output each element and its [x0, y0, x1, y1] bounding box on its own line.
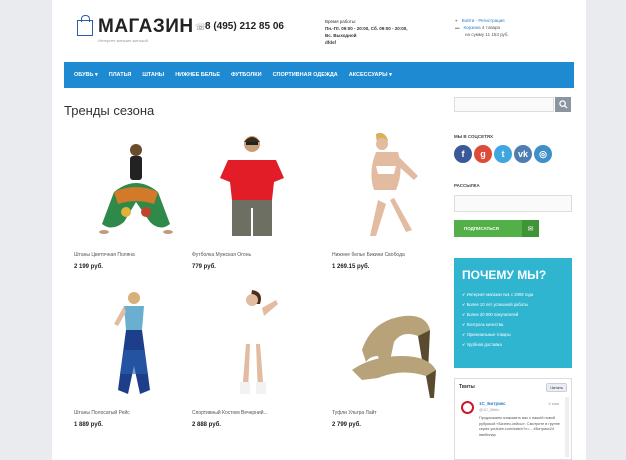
email-field[interactable]	[454, 195, 572, 212]
cart-link[interactable]: Корзина	[464, 25, 481, 30]
product-image[interactable]	[74, 290, 194, 402]
scrollbar[interactable]	[565, 397, 569, 457]
product-name[interactable]: Спортивный Костюм Вечерний...	[192, 410, 268, 416]
user-icon: ●	[455, 18, 458, 23]
nav-item-underwear[interactable]: НИЖНЕЕ БЕЛЬЕ	[175, 72, 220, 78]
hours-weekdays: Пн.-Пт. 09:00 - 20:00, Сб. 09:00 - 20:00…	[325, 26, 408, 31]
hours-sunday: Вс. Выходной	[325, 33, 357, 38]
social-links: f g t vk ◎	[454, 145, 552, 163]
nav-item-accessories[interactable]: АКСЕССУАРЫ ▾	[349, 72, 392, 78]
product-name[interactable]: Туфли Ультра Лайт	[332, 410, 377, 416]
logo-subtitle: Интернет магазин женской	[98, 38, 148, 43]
product-price: 2 888 руб.	[192, 422, 221, 428]
account-links: ● Войти · Регистрация ▬ Корзина 4 товара н…	[455, 18, 509, 37]
nav-item-tshirts[interactable]: ФУТБОЛКИ	[231, 72, 262, 78]
nav-item-shoes[interactable]: ОБУВЬ ▾	[74, 72, 98, 78]
hours-label: Время работы:	[325, 19, 357, 24]
social-title: МЫ В СОЦСЕТЯХ	[454, 134, 494, 139]
logo-title[interactable]: МАГАЗИН	[98, 16, 194, 38]
why-us-item: Интернет-магазин №1 с 2008 года	[462, 290, 564, 300]
product-name[interactable]: Штаны Цветочная Поляна	[74, 252, 135, 258]
product-image[interactable]	[192, 132, 312, 244]
phone-number[interactable]: 8 (495) 212 85 06	[205, 21, 284, 32]
product-name[interactable]: Нижнее белье Бикини Свобода	[332, 252, 405, 258]
nav-item-pants[interactable]: ШТАНЫ	[142, 72, 164, 78]
why-us-item: Более 20 000 покупателей	[462, 310, 564, 320]
shopping-bag-icon[interactable]	[77, 15, 93, 36]
why-us-item: Оригинальные товары	[462, 330, 564, 340]
working-hours: Время работы: Пн.-Пт. 09:00 - 20:00, Сб.…	[325, 18, 445, 46]
page-title: Тренды сезона	[64, 103, 155, 118]
vk-icon[interactable]: vk	[514, 145, 532, 163]
main-nav: ОБУВЬ ▾ ПЛАТЬЯ ШТАНЫ НИЖНЕЕ БЕЛЬЕ ФУТБОЛ…	[64, 62, 574, 88]
why-us-box: ПОЧЕМУ МЫ? Интернет-магазин №1 с 2008 го…	[454, 258, 572, 368]
instagram-icon[interactable]: ◎	[534, 145, 552, 163]
tweet-handle: @1C_Bitrix	[479, 407, 500, 412]
search-input[interactable]	[454, 97, 554, 112]
avatar[interactable]	[461, 401, 474, 414]
why-us-item: Удобная доставка	[462, 340, 564, 350]
twitter-widget: Твиты Читать 1С_Битрикс @1C_Bitrix 6 мая…	[454, 378, 572, 460]
tweets-title: Твиты	[459, 384, 475, 390]
product-image[interactable]	[332, 290, 452, 402]
product-image[interactable]	[192, 290, 312, 402]
subscribe-button[interactable]: ПОДПИСАТЬСЯ ✉	[454, 220, 539, 237]
cart-icon: ▬	[455, 25, 460, 30]
google-plus-icon[interactable]: g	[474, 145, 492, 163]
search-icon	[558, 100, 568, 109]
register-link[interactable]: Регистрация	[478, 18, 504, 23]
product-price: 2 199 руб.	[74, 264, 103, 270]
mail-icon: ✉	[522, 220, 539, 237]
follow-button[interactable]: Читать	[546, 383, 567, 392]
twitter-icon[interactable]: t	[494, 145, 512, 163]
product-image[interactable]	[332, 132, 452, 244]
tweet-user[interactable]: 1С_Битрикс	[479, 401, 506, 406]
newsletter-title: РАССЫЛКА	[454, 183, 480, 188]
nav-item-sportswear[interactable]: СПОРТИВНАЯ ОДЕЖДА	[273, 72, 338, 78]
page: МАГАЗИН Интернет магазин женской ☏ 8 (49…	[52, 0, 586, 460]
tweet-author[interactable]: 1С_Битрикс @1C_Bitrix	[479, 401, 506, 413]
product-price: 1 269.15 руб.	[332, 264, 370, 270]
why-us-item: Более 10 лет успешной работы	[462, 300, 564, 310]
product-image[interactable]	[74, 132, 194, 244]
product-name[interactable]: Футболка Мужская Огонь	[192, 252, 251, 258]
why-us-item: Контроль качества	[462, 320, 564, 330]
cart-total: на сумму 11 153 руб.	[465, 32, 509, 37]
product-price: 1 889 руб.	[74, 422, 103, 428]
product-name[interactable]: Штаны Полосатый Рейс	[74, 410, 130, 416]
facebook-icon[interactable]: f	[454, 145, 472, 163]
tweet-date: 6 мая	[548, 401, 559, 406]
nav-item-dresses[interactable]: ПЛАТЬЯ	[109, 72, 132, 78]
cart-count: 4 товара	[481, 25, 501, 30]
product-price: 779 руб.	[192, 264, 216, 270]
hours-extra: dfdsf	[325, 40, 336, 45]
login-link[interactable]: Войти	[462, 18, 475, 23]
why-us-title: ПОЧЕМУ МЫ?	[462, 268, 547, 282]
product-price: 2 799 руб.	[332, 422, 361, 428]
subscribe-label: ПОДПИСАТЬСЯ	[464, 226, 499, 231]
tweet-text: Продолжаем знакомить вас с нашей новой р…	[479, 416, 560, 437]
search-button[interactable]	[555, 97, 571, 112]
